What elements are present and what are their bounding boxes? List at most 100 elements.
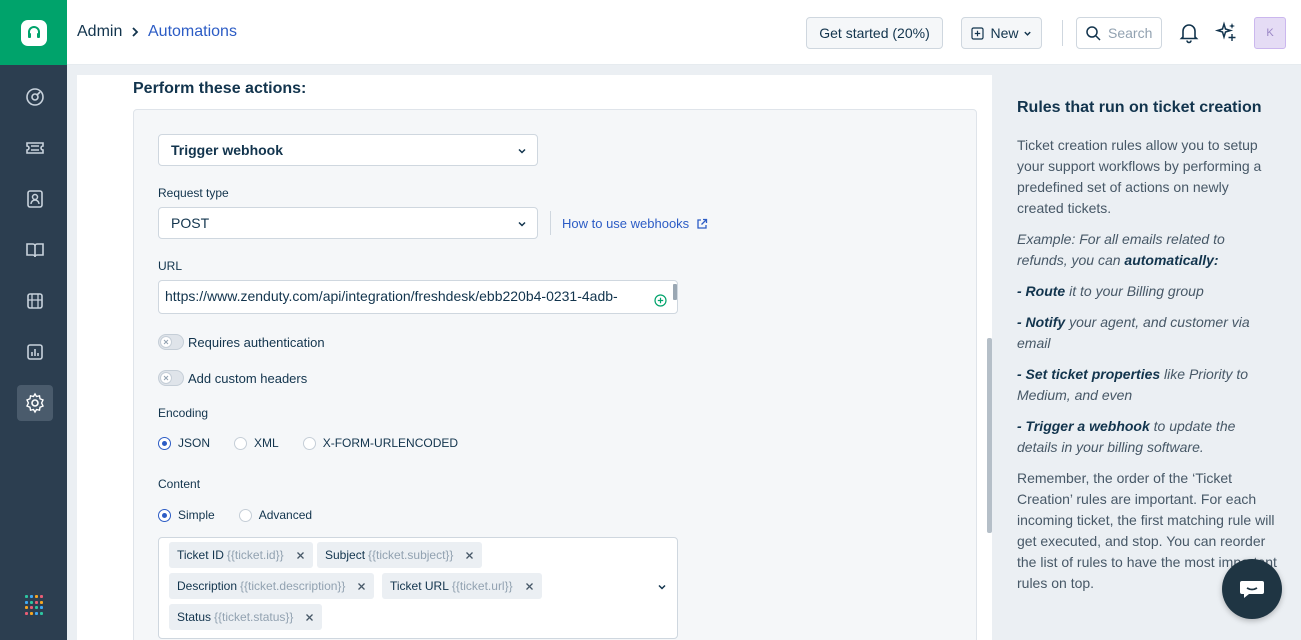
help-bullet-properties: - Set ticket properties like Priority to…: [1017, 366, 1249, 403]
field-tag: Subject {{ticket.subject}}: [317, 542, 483, 568]
tag-name: Status: [177, 610, 212, 624]
freddy-ai-icon[interactable]: [1214, 20, 1238, 44]
app-switcher-icon[interactable]: [25, 595, 45, 615]
remove-tag-icon[interactable]: [465, 551, 474, 560]
tag-name: Subject: [325, 548, 366, 562]
new-button[interactable]: New: [961, 17, 1042, 49]
external-link-icon: [697, 218, 708, 229]
action-select[interactable]: Trigger webhook: [158, 134, 538, 166]
tag-name: Ticket URL: [390, 579, 449, 593]
help-panel: Rules that run on ticket creation Ticket…: [993, 75, 1301, 640]
chevron-right-icon: [132, 27, 139, 37]
headset-icon: [20, 19, 47, 46]
x-icon: [163, 375, 169, 381]
requires-auth-toggle-row[interactable]: Requires authentication: [158, 334, 325, 350]
top-header: Admin Automations Get started (20%) New …: [67, 0, 1301, 65]
chat-widget-button[interactable]: [1222, 559, 1282, 619]
content-advanced-radio[interactable]: Advanced: [238, 508, 313, 522]
content-simple-label: Simple: [178, 508, 215, 522]
tag-name: Description: [177, 579, 238, 593]
tag-placeholder: {{ticket.status}}: [214, 610, 294, 624]
bell-icon[interactable]: [1177, 20, 1201, 44]
encoding-json-label: JSON: [178, 436, 211, 450]
main-scrollbar[interactable]: [987, 338, 992, 533]
freshdesk-logo[interactable]: [0, 0, 67, 65]
field-tag: Ticket URL {{ticket.url}}: [382, 573, 542, 599]
forums-icon[interactable]: [17, 283, 53, 319]
chevron-down-icon[interactable]: [657, 582, 667, 592]
field-tag: Description {{ticket.description}}: [169, 573, 375, 599]
field-tag: Status {{ticket.status}}: [169, 604, 323, 630]
tickets-icon[interactable]: [17, 130, 53, 166]
automation-editor: Perform these actions: Trigger webhook R…: [77, 75, 992, 640]
help-title: Rules that run on ticket creation: [1017, 99, 1262, 116]
chevron-down-icon: [518, 148, 526, 154]
add-placeholder-icon[interactable]: [654, 294, 667, 307]
new-button-label: New: [990, 25, 1019, 41]
help-intro: Ticket creation rules allow you to setup…: [1017, 137, 1262, 216]
encoding-xml-label: XML: [254, 436, 279, 450]
encoding-label: Encoding: [158, 406, 209, 420]
x-icon: [163, 339, 169, 345]
content-label: Content: [158, 477, 201, 491]
content-simple-radio[interactable]: Simple: [158, 508, 215, 522]
content-fields-select[interactable]: Ticket ID {{ticket.id}} Subject {{ticket.s…: [158, 537, 678, 639]
header-divider: [1062, 20, 1063, 46]
breadcrumb-automations[interactable]: Automations: [148, 23, 237, 41]
tag-placeholder: {{ticket.id}}: [226, 548, 284, 562]
request-type-label: Request type: [158, 186, 229, 200]
custom-headers-label: Add custom headers: [188, 370, 308, 386]
how-to-webhooks-link[interactable]: How to use webhooks: [562, 216, 708, 231]
contacts-icon[interactable]: [17, 181, 53, 217]
action-select-value: Trigger webhook: [171, 142, 284, 158]
encoding-json-radio[interactable]: JSON: [158, 436, 210, 450]
url-field[interactable]: https://www.zenduty.com/api/integration/…: [158, 280, 678, 314]
reports-icon[interactable]: [17, 334, 53, 370]
request-type-select[interactable]: POST: [158, 207, 538, 239]
get-started-button[interactable]: Get started (20%): [806, 17, 943, 49]
dashboard-icon[interactable]: [17, 79, 53, 115]
encoding-xml-radio[interactable]: XML: [234, 436, 279, 450]
encoding-form-radio[interactable]: X-FORM-URLENCODED: [302, 436, 459, 450]
search-icon: [1086, 26, 1101, 41]
search-input[interactable]: Search: [1076, 17, 1162, 49]
encoding-radio-group: JSON XML X-FORM-URLENCODED: [158, 436, 482, 450]
content-radio-group: Simple Advanced: [158, 508, 336, 522]
url-scrollbar[interactable]: [673, 284, 677, 300]
chevron-down-icon: [518, 221, 526, 227]
chat-icon: [1240, 581, 1264, 598]
tag-placeholder: {{ticket.subject}}: [368, 548, 454, 562]
search-placeholder: Search: [1108, 25, 1153, 41]
tag-name: Ticket ID: [177, 548, 224, 562]
content-advanced-label: Advanced: [258, 508, 313, 522]
custom-headers-toggle[interactable]: [158, 370, 184, 386]
chevron-down-icon: [1023, 31, 1031, 36]
left-nav-rail: [0, 0, 67, 640]
how-to-webhooks-label: How to use webhooks: [562, 216, 690, 231]
section-title: Perform these actions:: [133, 80, 307, 97]
remove-tag-icon[interactable]: [357, 582, 366, 591]
custom-headers-toggle-row[interactable]: Add custom headers: [158, 370, 307, 386]
url-label: URL: [158, 259, 183, 273]
tag-placeholder: {{ticket.description}}: [240, 579, 346, 593]
breadcrumb-admin[interactable]: Admin: [77, 23, 122, 41]
help-example: Example: For all emails related to refun…: [1017, 231, 1225, 268]
help-bullet-notify: - Notify your agent, and customer via em…: [1017, 314, 1250, 351]
avatar[interactable]: K: [1254, 17, 1286, 49]
help-bullet-route: - Route it to your Billing group: [1017, 283, 1204, 299]
remove-tag-icon[interactable]: [525, 582, 534, 591]
plus-square-icon: [971, 26, 985, 40]
solutions-icon[interactable]: [17, 232, 53, 268]
remove-tag-icon[interactable]: [296, 551, 305, 560]
field-tag: Ticket ID {{ticket.id}}: [169, 542, 313, 568]
admin-gear-icon[interactable]: [17, 385, 53, 421]
action-box: Trigger webhook Request type POST How to…: [133, 109, 977, 640]
divider: [550, 211, 551, 235]
encoding-form-label: X-FORM-URLENCODED: [322, 436, 459, 450]
request-type-value: POST: [171, 215, 210, 231]
requires-auth-label: Requires authentication: [188, 334, 325, 350]
help-bullet-webhook: - Trigger a webhook to update the detail…: [1017, 418, 1236, 455]
requires-auth-toggle[interactable]: [158, 334, 184, 350]
remove-tag-icon[interactable]: [305, 613, 314, 622]
tag-placeholder: {{ticket.url}}: [451, 579, 513, 593]
